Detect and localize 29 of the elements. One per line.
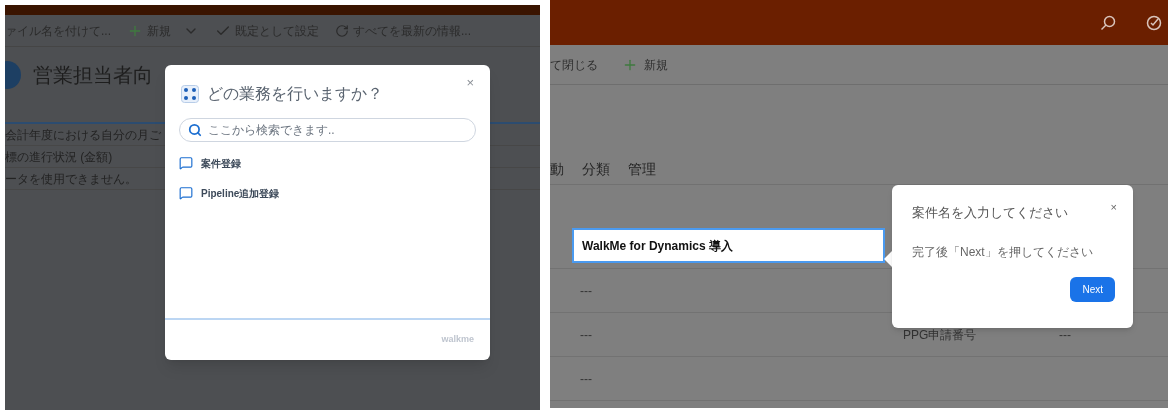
task-list-item[interactable]: Pipeline追加登録 bbox=[179, 178, 476, 208]
footer-logo: walkme bbox=[441, 333, 474, 347]
toolbar-button[interactable]: て閉じる bbox=[550, 55, 598, 74]
search-icon[interactable] bbox=[1100, 14, 1116, 31]
task-list-item[interactable]: 案件登録 bbox=[179, 148, 476, 178]
tab[interactable]: 動 bbox=[550, 159, 564, 180]
close-button[interactable]: × bbox=[1110, 199, 1117, 216]
field-input[interactable]: WalkMe for Dynamics 導入 bbox=[582, 236, 875, 255]
next-button[interactable]: Next bbox=[1070, 276, 1115, 302]
search-icon bbox=[188, 123, 202, 137]
speech-bubble-icon bbox=[179, 186, 193, 200]
field-value: --- bbox=[1059, 326, 1071, 344]
field-value: --- bbox=[579, 326, 593, 344]
app-logo-icon bbox=[181, 84, 199, 103]
speech-bubble-icon bbox=[179, 156, 193, 170]
field-value: --- bbox=[579, 370, 593, 388]
text-input-field[interactable]: WalkMe for Dynamics 導入 bbox=[572, 228, 885, 263]
popover-text: 完了後「Next」を押してください bbox=[912, 243, 1094, 261]
refresh-icon bbox=[335, 23, 349, 38]
circle-check-icon[interactable] bbox=[1146, 14, 1162, 31]
popover-title: 案件名を入力してください bbox=[912, 204, 1069, 222]
tab[interactable]: 管理 bbox=[628, 159, 656, 180]
tab[interactable]: 分類 bbox=[582, 159, 610, 180]
field-label: PPG申請番号 bbox=[903, 326, 978, 344]
field-value: --- bbox=[579, 282, 593, 300]
search-input[interactable]: ここから検索できます.. bbox=[208, 121, 467, 139]
toolbar-button[interactable]: 新規 bbox=[622, 55, 668, 74]
close-button[interactable]: × bbox=[466, 73, 474, 93]
dialog-title: どの業務を行いますか？ bbox=[207, 83, 384, 104]
